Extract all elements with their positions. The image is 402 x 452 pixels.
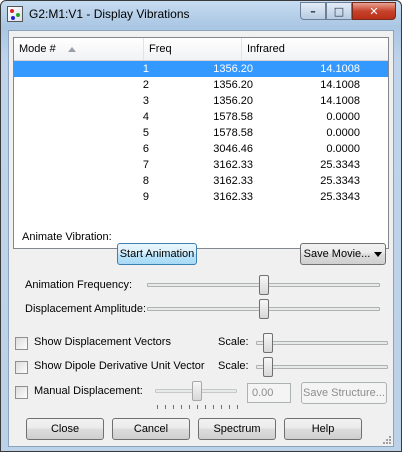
- infrared-cell: 0.0000: [326, 143, 360, 155]
- infrared-cell: 25.3343: [320, 159, 360, 171]
- sort-ascending-icon: [68, 47, 76, 52]
- freq-cell: 1356.20: [213, 63, 253, 75]
- table-header: Mode # Freq Infrared: [14, 38, 388, 61]
- animate-vibration-label: Animate Vibration:: [22, 231, 112, 243]
- maximize-icon: □: [333, 4, 345, 18]
- slider-tick: [229, 405, 230, 409]
- maximize-button[interactable]: □: [326, 2, 352, 20]
- mode-cell: 6: [142, 143, 149, 155]
- dialog-client-area: Mode # Freq Infrared 1 1356.20 14.1008 2 135…: [8, 30, 394, 447]
- show-displacement-vectors-label: Show Displacement Vectors: [34, 336, 171, 348]
- table-row[interactable]: 6 3046.46 0.0000: [14, 141, 388, 157]
- start-animation-button[interactable]: Start Animation: [117, 243, 197, 265]
- column-header-freq-label: Freq: [149, 43, 172, 55]
- show-dipole-derivative-checkbox[interactable]: [15, 361, 28, 374]
- mode-cell: 1: [142, 63, 149, 75]
- slider-tick: [181, 405, 182, 409]
- save-movie-label: Save Movie...: [303, 248, 371, 260]
- column-header-infrared[interactable]: Infrared: [242, 38, 388, 60]
- slider-tick: [189, 405, 190, 409]
- infrared-cell: 0.0000: [326, 127, 360, 139]
- slider-tick: [173, 405, 174, 409]
- mode-cell: 2: [142, 79, 149, 91]
- column-header-freq[interactable]: Freq: [144, 38, 242, 60]
- cancel-button[interactable]: Cancel: [112, 418, 190, 440]
- save-structure-button[interactable]: Save Structure...: [301, 382, 387, 404]
- slider-tick: [205, 405, 206, 409]
- freq-cell: 3046.46: [213, 143, 253, 155]
- slider-tick: [221, 405, 222, 409]
- minimize-icon: –: [310, 4, 316, 18]
- close-button[interactable]: Close: [26, 418, 104, 440]
- infrared-cell: 0.0000: [326, 111, 360, 123]
- mode-cell: 8: [142, 175, 149, 187]
- table-row[interactable]: 1 1356.20 14.1008: [14, 61, 388, 77]
- freq-cell: 1356.20: [213, 79, 253, 91]
- slider-tick: [197, 405, 198, 409]
- help-button[interactable]: Help: [284, 418, 362, 440]
- close-window-button[interactable]: ✕: [352, 2, 396, 20]
- vectors-scale-track: [256, 341, 388, 345]
- mode-cell: 7: [142, 159, 149, 171]
- table-row[interactable]: 9 3162.33 25.3343: [14, 189, 388, 205]
- freq-cell: 1578.58: [213, 127, 253, 139]
- animation-frequency-slider[interactable]: [259, 275, 269, 295]
- vibrations-table[interactable]: Mode # Freq Infrared 1 1356.20 14.1008 2 135…: [13, 37, 389, 249]
- freq-cell: 3162.33: [213, 159, 253, 171]
- chevron-down-icon: [374, 251, 383, 257]
- dipole-scale-track: [256, 365, 388, 369]
- save-movie-button[interactable]: Save Movie...: [300, 243, 386, 265]
- manual-displacement-label: Manual Displacement:: [34, 385, 143, 397]
- freq-cell: 3162.33: [213, 191, 253, 203]
- infrared-cell: 14.1008: [320, 63, 360, 75]
- mode-cell: 5: [142, 127, 149, 139]
- column-header-infrared-label: Infrared: [247, 43, 285, 55]
- column-header-mode[interactable]: Mode #: [14, 38, 144, 60]
- table-row[interactable]: 8 3162.33 25.3343: [14, 173, 388, 189]
- vectors-scale-slider[interactable]: [263, 333, 273, 353]
- infrared-cell: 25.3343: [320, 175, 360, 187]
- freq-cell: 1578.58: [213, 111, 253, 123]
- column-header-mode-label: Mode #: [19, 43, 56, 55]
- show-displacement-vectors-checkbox[interactable]: [15, 337, 28, 350]
- close-icon: ✕: [369, 4, 379, 18]
- vectors-scale-label: Scale:: [218, 336, 249, 348]
- gaussview-app-icon[interactable]: [7, 6, 23, 22]
- window-title: G2:M1:V1 - Display Vibrations: [29, 7, 190, 21]
- title-bar[interactable]: G2:M1:V1 - Display Vibrations – □ ✕: [1, 1, 401, 29]
- mode-cell: 9: [142, 191, 149, 203]
- dipole-scale-slider[interactable]: [263, 357, 273, 377]
- mode-cell: 3: [142, 95, 149, 107]
- show-dipole-derivative-label: Show Dipole Derivative Unit Vector: [34, 360, 205, 372]
- slider-tick: [157, 405, 158, 409]
- table-row[interactable]: 7 3162.33 25.3343: [14, 157, 388, 173]
- dipole-scale-label: Scale:: [218, 360, 249, 372]
- manual-displacement-value-field[interactable]: 0.00: [247, 383, 291, 403]
- infrared-cell: 14.1008: [320, 79, 360, 91]
- infrared-cell: 25.3343: [320, 191, 360, 203]
- displacement-amplitude-slider[interactable]: [259, 299, 269, 319]
- freq-cell: 3162.33: [213, 175, 253, 187]
- resize-grip-icon[interactable]: [382, 435, 392, 445]
- manual-displacement-checkbox[interactable]: [15, 386, 28, 399]
- table-row[interactable]: 2 1356.20 14.1008: [14, 77, 388, 93]
- slider-tick: [237, 405, 238, 409]
- freq-cell: 1356.20: [213, 95, 253, 107]
- infrared-cell: 14.1008: [320, 95, 360, 107]
- manual-displacement-ticks: [157, 405, 238, 409]
- animation-frequency-label: Animation Frequency:: [25, 279, 132, 291]
- table-row[interactable]: 5 1578.58 0.0000: [14, 125, 388, 141]
- table-row[interactable]: 4 1578.58 0.0000: [14, 109, 388, 125]
- slider-tick: [165, 405, 166, 409]
- slider-tick: [213, 405, 214, 409]
- display-vibrations-window: G2:M1:V1 - Display Vibrations – □ ✕ Mode…: [0, 0, 402, 452]
- manual-displacement-slider[interactable]: [192, 381, 202, 401]
- minimize-button[interactable]: –: [300, 2, 326, 20]
- spectrum-button[interactable]: Spectrum: [198, 418, 276, 440]
- mode-cell: 4: [142, 111, 149, 123]
- table-row[interactable]: 3 1356.20 14.1008: [14, 93, 388, 109]
- displacement-amplitude-label: Displacement Amplitude:: [25, 303, 147, 315]
